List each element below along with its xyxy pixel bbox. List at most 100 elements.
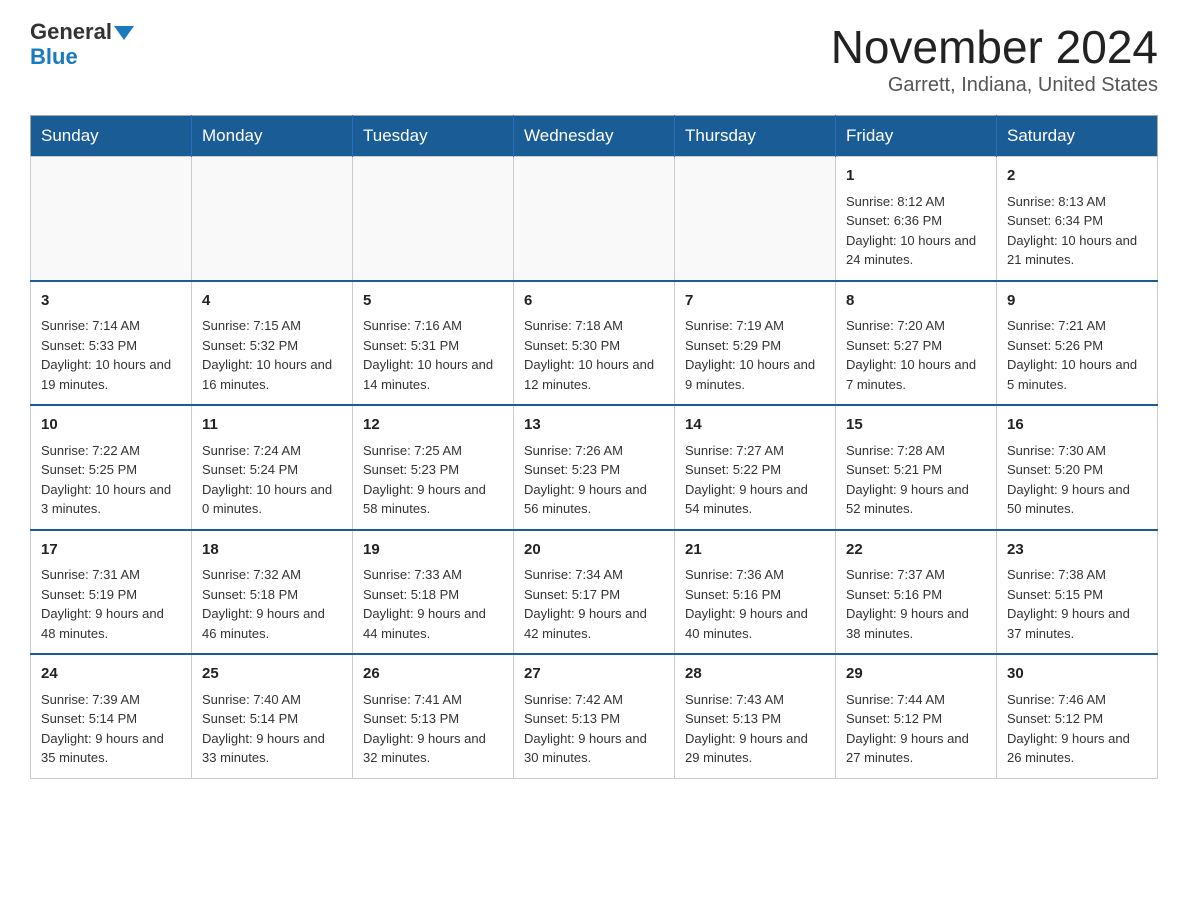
day-number: 18 bbox=[202, 539, 342, 562]
table-row: 27 Sunrise: 7:42 AMSunset: 5:13 PMDayligh… bbox=[514, 654, 675, 778]
calendar-week-4: 17 Sunrise: 7:31 AMSunset: 5:19 PMDayligh… bbox=[31, 530, 1158, 655]
day-info: Sunrise: 8:13 AMSunset: 6:34 PMDaylight:… bbox=[1007, 192, 1147, 270]
col-sunday: Sunday bbox=[31, 116, 192, 157]
day-number: 26 bbox=[363, 663, 503, 686]
day-number: 12 bbox=[363, 414, 503, 437]
day-number: 9 bbox=[1007, 290, 1147, 313]
logo-general-text: General bbox=[30, 20, 134, 44]
day-info: Sunrise: 7:24 AMSunset: 5:24 PMDaylight:… bbox=[202, 441, 342, 519]
day-number: 5 bbox=[363, 290, 503, 313]
table-row: 11 Sunrise: 7:24 AMSunset: 5:24 PMDayligh… bbox=[192, 405, 353, 530]
day-info: Sunrise: 7:33 AMSunset: 5:18 PMDaylight:… bbox=[363, 565, 503, 643]
day-info: Sunrise: 7:41 AMSunset: 5:13 PMDaylight:… bbox=[363, 690, 503, 768]
day-number: 3 bbox=[41, 290, 181, 313]
day-number: 14 bbox=[685, 414, 825, 437]
logo: General Blue bbox=[30, 20, 134, 70]
day-info: Sunrise: 7:14 AMSunset: 5:33 PMDaylight:… bbox=[41, 316, 181, 394]
col-tuesday: Tuesday bbox=[353, 116, 514, 157]
day-info: Sunrise: 7:30 AMSunset: 5:20 PMDaylight:… bbox=[1007, 441, 1147, 519]
table-row bbox=[514, 157, 675, 281]
calendar-table: Sunday Monday Tuesday Wednesday Thursday… bbox=[30, 115, 1158, 779]
table-row bbox=[675, 157, 836, 281]
table-row: 14 Sunrise: 7:27 AMSunset: 5:22 PMDayligh… bbox=[675, 405, 836, 530]
table-row: 5 Sunrise: 7:16 AMSunset: 5:31 PMDaylight… bbox=[353, 281, 514, 406]
table-row: 25 Sunrise: 7:40 AMSunset: 5:14 PMDayligh… bbox=[192, 654, 353, 778]
day-info: Sunrise: 7:37 AMSunset: 5:16 PMDaylight:… bbox=[846, 565, 986, 643]
day-number: 29 bbox=[846, 663, 986, 686]
day-info: Sunrise: 7:16 AMSunset: 5:31 PMDaylight:… bbox=[363, 316, 503, 394]
calendar-week-5: 24Sunrise: 7:39 AMSunset: 5:14 PMDayligh… bbox=[31, 654, 1158, 778]
table-row: 7 Sunrise: 7:19 AMSunset: 5:29 PMDaylight… bbox=[675, 281, 836, 406]
day-info: Sunrise: 7:15 AMSunset: 5:32 PMDaylight:… bbox=[202, 316, 342, 394]
col-saturday: Saturday bbox=[997, 116, 1158, 157]
table-row: 10Sunrise: 7:22 AMSunset: 5:25 PMDayligh… bbox=[31, 405, 192, 530]
day-info: Sunrise: 7:36 AMSunset: 5:16 PMDaylight:… bbox=[685, 565, 825, 643]
day-info: Sunrise: 7:43 AMSunset: 5:13 PMDaylight:… bbox=[685, 690, 825, 768]
day-number: 23 bbox=[1007, 539, 1147, 562]
day-info: Sunrise: 7:25 AMSunset: 5:23 PMDaylight:… bbox=[363, 441, 503, 519]
day-info: Sunrise: 7:40 AMSunset: 5:14 PMDaylight:… bbox=[202, 690, 342, 768]
logo-triangle-icon bbox=[114, 26, 134, 40]
table-row bbox=[31, 157, 192, 281]
table-row: 13Sunrise: 7:26 AMSunset: 5:23 PMDayligh… bbox=[514, 405, 675, 530]
day-number: 2 bbox=[1007, 165, 1147, 188]
day-number: 11 bbox=[202, 414, 342, 437]
day-info: Sunrise: 7:39 AMSunset: 5:14 PMDaylight:… bbox=[41, 690, 181, 768]
day-number: 27 bbox=[524, 663, 664, 686]
table-row: 15Sunrise: 7:28 AMSunset: 5:21 PMDayligh… bbox=[836, 405, 997, 530]
table-row: 18 Sunrise: 7:32 AMSunset: 5:18 PMDayligh… bbox=[192, 530, 353, 655]
table-row: 12 Sunrise: 7:25 AMSunset: 5:23 PMDayligh… bbox=[353, 405, 514, 530]
table-row: 28 Sunrise: 7:43 AMSunset: 5:13 PMDayligh… bbox=[675, 654, 836, 778]
table-row: 23 Sunrise: 7:38 AMSunset: 5:15 PMDayligh… bbox=[997, 530, 1158, 655]
table-row: 30 Sunrise: 7:46 AMSunset: 5:12 PMDayligh… bbox=[997, 654, 1158, 778]
day-info: Sunrise: 7:18 AMSunset: 5:30 PMDaylight:… bbox=[524, 316, 664, 394]
col-wednesday: Wednesday bbox=[514, 116, 675, 157]
month-title: November 2024 bbox=[831, 20, 1158, 74]
table-row: 8 Sunrise: 7:20 AMSunset: 5:27 PMDaylight… bbox=[836, 281, 997, 406]
day-info: Sunrise: 7:19 AMSunset: 5:29 PMDaylight:… bbox=[685, 316, 825, 394]
day-number: 13 bbox=[524, 414, 664, 437]
day-number: 28 bbox=[685, 663, 825, 686]
table-row: 9Sunrise: 7:21 AMSunset: 5:26 PMDaylight… bbox=[997, 281, 1158, 406]
day-number: 15 bbox=[846, 414, 986, 437]
day-info: Sunrise: 7:27 AMSunset: 5:22 PMDaylight:… bbox=[685, 441, 825, 519]
day-info: Sunrise: 7:32 AMSunset: 5:18 PMDaylight:… bbox=[202, 565, 342, 643]
table-row: 29 Sunrise: 7:44 AMSunset: 5:12 PMDayligh… bbox=[836, 654, 997, 778]
day-number: 6 bbox=[524, 290, 664, 313]
table-row: 24Sunrise: 7:39 AMSunset: 5:14 PMDayligh… bbox=[31, 654, 192, 778]
day-number: 30 bbox=[1007, 663, 1147, 686]
table-row: 20Sunrise: 7:34 AMSunset: 5:17 PMDayligh… bbox=[514, 530, 675, 655]
calendar-week-3: 10Sunrise: 7:22 AMSunset: 5:25 PMDayligh… bbox=[31, 405, 1158, 530]
col-friday: Friday bbox=[836, 116, 997, 157]
day-info: Sunrise: 7:44 AMSunset: 5:12 PMDaylight:… bbox=[846, 690, 986, 768]
table-row: 3 Sunrise: 7:14 AMSunset: 5:33 PMDaylight… bbox=[31, 281, 192, 406]
table-row: 16Sunrise: 7:30 AMSunset: 5:20 PMDayligh… bbox=[997, 405, 1158, 530]
day-number: 8 bbox=[846, 290, 986, 313]
table-row: 19Sunrise: 7:33 AMSunset: 5:18 PMDayligh… bbox=[353, 530, 514, 655]
day-info: Sunrise: 7:46 AMSunset: 5:12 PMDaylight:… bbox=[1007, 690, 1147, 768]
table-row: 6 Sunrise: 7:18 AMSunset: 5:30 PMDaylight… bbox=[514, 281, 675, 406]
day-info: Sunrise: 8:12 AMSunset: 6:36 PMDaylight:… bbox=[846, 192, 986, 270]
page-header: General Blue November 2024 Garrett, Indi… bbox=[30, 20, 1158, 97]
day-info: Sunrise: 7:38 AMSunset: 5:15 PMDaylight:… bbox=[1007, 565, 1147, 643]
title-area: November 2024 Garrett, Indiana, United S… bbox=[831, 20, 1158, 97]
day-info: Sunrise: 7:42 AMSunset: 5:13 PMDaylight:… bbox=[524, 690, 664, 768]
location-subtitle: Garrett, Indiana, United States bbox=[831, 74, 1158, 97]
table-row: 2 Sunrise: 8:13 AMSunset: 6:34 PMDaylight… bbox=[997, 157, 1158, 281]
table-row: 22 Sunrise: 7:37 AMSunset: 5:16 PMDayligh… bbox=[836, 530, 997, 655]
table-row: 17 Sunrise: 7:31 AMSunset: 5:19 PMDayligh… bbox=[31, 530, 192, 655]
table-row: 26 Sunrise: 7:41 AMSunset: 5:13 PMDayligh… bbox=[353, 654, 514, 778]
day-number: 25 bbox=[202, 663, 342, 686]
table-row: 1Sunrise: 8:12 AMSunset: 6:36 PMDaylight… bbox=[836, 157, 997, 281]
day-number: 22 bbox=[846, 539, 986, 562]
day-info: Sunrise: 7:31 AMSunset: 5:19 PMDaylight:… bbox=[41, 565, 181, 643]
day-number: 7 bbox=[685, 290, 825, 313]
day-number: 4 bbox=[202, 290, 342, 313]
day-info: Sunrise: 7:22 AMSunset: 5:25 PMDaylight:… bbox=[41, 441, 181, 519]
col-monday: Monday bbox=[192, 116, 353, 157]
day-number: 17 bbox=[41, 539, 181, 562]
calendar-week-2: 3 Sunrise: 7:14 AMSunset: 5:33 PMDaylight… bbox=[31, 281, 1158, 406]
table-row bbox=[353, 157, 514, 281]
calendar-header-row: Sunday Monday Tuesday Wednesday Thursday… bbox=[31, 116, 1158, 157]
day-info: Sunrise: 7:20 AMSunset: 5:27 PMDaylight:… bbox=[846, 316, 986, 394]
